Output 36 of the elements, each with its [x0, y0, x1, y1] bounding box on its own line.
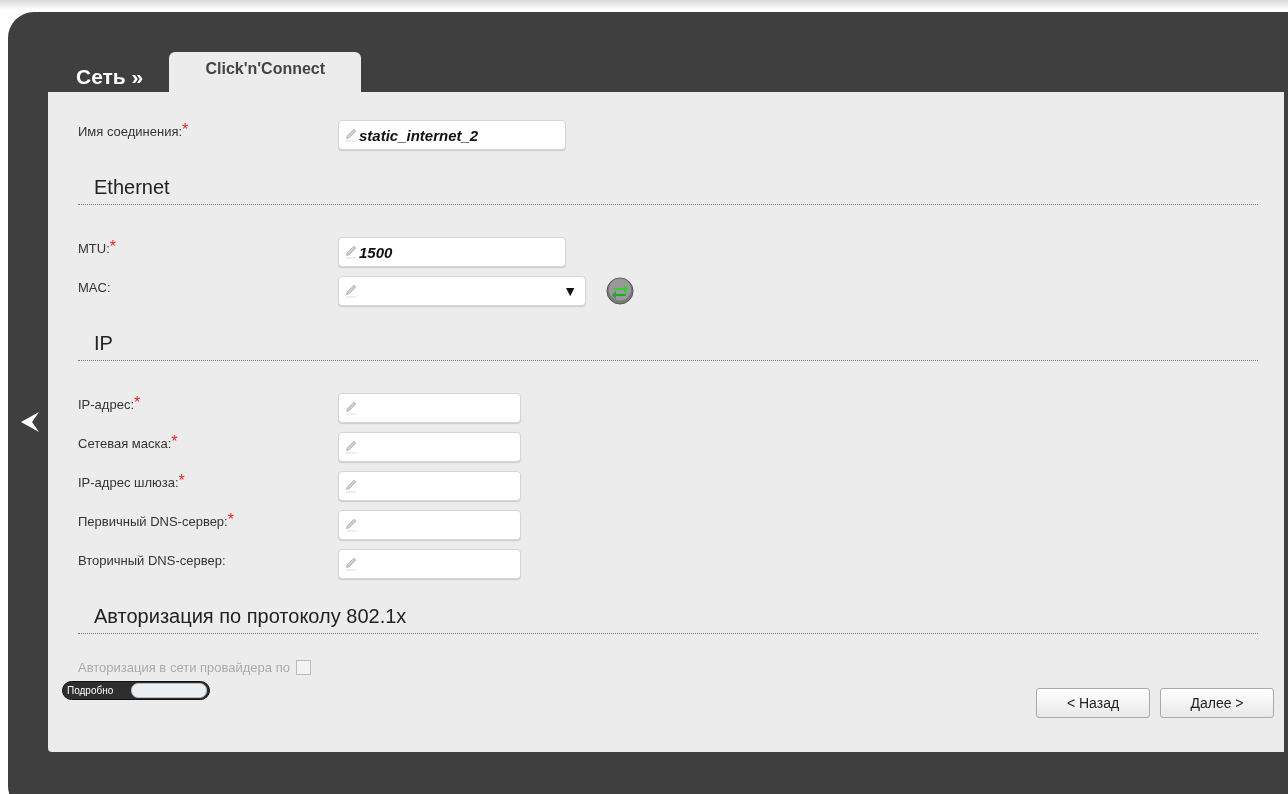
field-label: Авторизация в сети провайдера по — [78, 660, 290, 675]
input-field[interactable] — [338, 549, 521, 579]
nav-button[interactable]: Далее > — [1160, 688, 1274, 718]
input-field[interactable] — [338, 432, 521, 462]
field-label: MAC: — [78, 279, 112, 295]
required-mark: * — [171, 433, 178, 450]
required-mark: * — [134, 394, 141, 411]
input-field[interactable] — [338, 510, 521, 540]
swap-arrows-icon[interactable] — [606, 277, 634, 305]
required-mark: * — [109, 238, 116, 255]
section-heading: Ethernet — [94, 176, 170, 198]
pencil-icon — [345, 284, 357, 298]
required-mark: * — [227, 511, 234, 528]
pencil-icon — [345, 440, 357, 454]
pencil-icon — [345, 518, 357, 532]
pencil-icon — [345, 128, 357, 142]
dropdown-arrow-icon: ▼ — [563, 283, 577, 299]
input-field[interactable] — [338, 471, 521, 501]
dropdown-field[interactable]: ▼ — [338, 276, 586, 306]
pencil-icon — [345, 401, 357, 415]
nav-button[interactable]: < Назад — [1036, 688, 1150, 718]
back-arrow-icon[interactable] — [21, 412, 39, 432]
section-heading: Авторизация по протоколу 802.1x — [94, 605, 407, 627]
required-mark: * — [182, 121, 189, 138]
pencil-icon — [345, 245, 357, 259]
input-field[interactable]: static_internet_2 — [338, 120, 566, 150]
input-field[interactable]: 1500 — [338, 237, 566, 267]
field-label: Вторичный DNS-сервер: — [78, 552, 227, 568]
input-field[interactable] — [338, 393, 521, 423]
section-heading: IP — [94, 332, 113, 354]
tab[interactable]: Click'n'Connect — [169, 52, 362, 92]
required-mark: * — [178, 472, 185, 489]
pencil-icon — [345, 479, 357, 493]
pencil-icon — [345, 557, 357, 571]
toggle-switch[interactable]: Подробно — [62, 681, 210, 700]
breadcrumb: Сеть » — [76, 65, 144, 90]
